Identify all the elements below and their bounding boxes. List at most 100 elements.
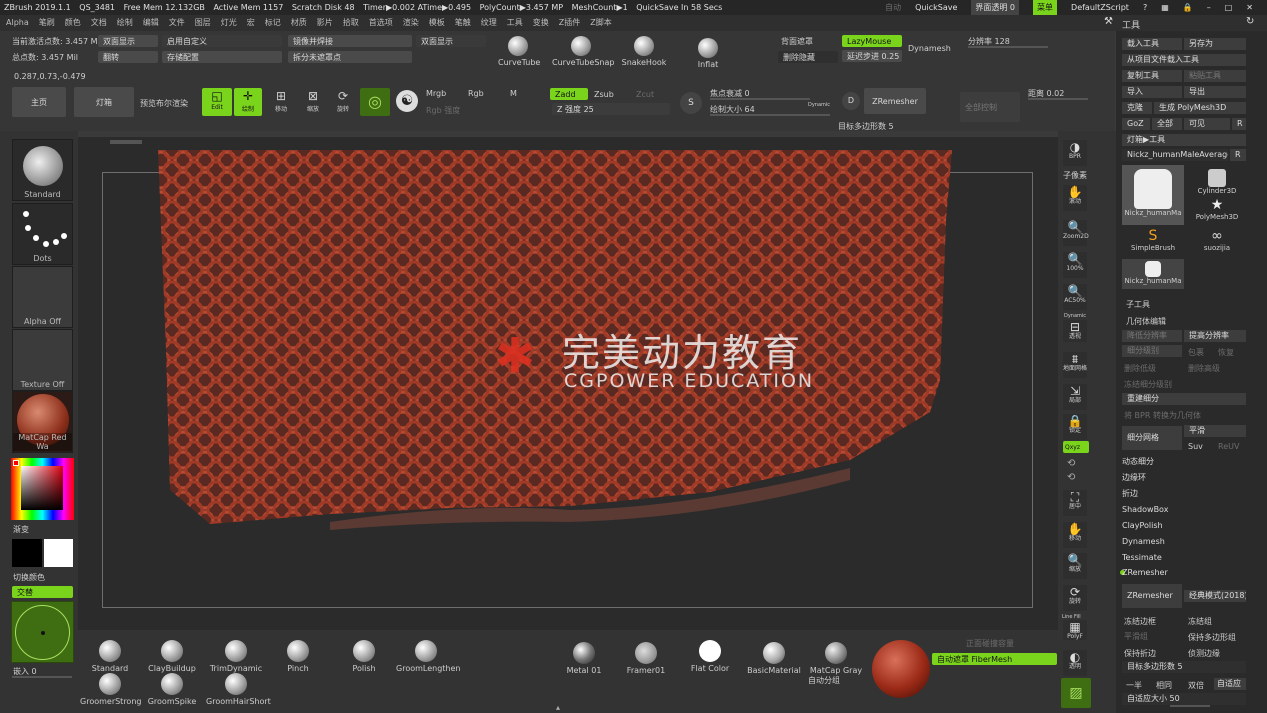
tessimate-section[interactable]: Tessimate [1118, 551, 1248, 565]
menu-item[interactable]: Z脚本 [590, 15, 611, 31]
reuv-button[interactable]: ReUV [1218, 442, 1239, 451]
draw-size-track[interactable] [710, 114, 830, 116]
script-label[interactable]: DefaultZScript [1071, 0, 1129, 15]
menu-item[interactable]: 材质 [291, 15, 307, 31]
save-as-button[interactable]: 另存为 [1184, 38, 1246, 50]
z-intensity-slider[interactable]: Z 强度 25 [552, 103, 670, 115]
preview-bool-button[interactable]: 预览布尔渲染 [140, 98, 188, 109]
double-side-button[interactable]: 双面显示 [98, 35, 158, 47]
goz-r-button[interactable]: R [1232, 118, 1246, 130]
transp-button[interactable]: ◐ 透明 [1063, 650, 1087, 676]
lower-res-button[interactable]: 降低分辨率 [1122, 330, 1182, 342]
tool-header[interactable]: 工具 [1122, 18, 1140, 31]
brush-slot[interactable]: GroomLengthen [396, 640, 460, 673]
dynamic-subdiv-section[interactable]: 动态细分 [1118, 455, 1248, 469]
material-slot[interactable]: Flat Color [680, 640, 740, 673]
reconstruct-subdiv-button[interactable]: 重建细分 [1122, 393, 1246, 405]
menu-item[interactable]: 纹理 [481, 15, 497, 31]
adaptive-size-slider[interactable]: 自适应大小 50 [1122, 693, 1246, 705]
panel-refresh-icon[interactable]: ↻ [1246, 16, 1254, 27]
target-poly-slider[interactable]: 目标多边形数 5 [1122, 661, 1246, 673]
transparency-slider[interactable]: 界面透明 0 [971, 0, 1020, 15]
ac50-button[interactable]: 🔍 AC50% [1063, 284, 1087, 310]
smooth-groups-slider[interactable]: 平滑组 [1124, 631, 1148, 642]
gradient-label[interactable]: 渐变 [13, 524, 29, 535]
dynamesh-button[interactable]: Dynamesh [908, 44, 951, 53]
export-button[interactable]: 导出 [1184, 86, 1246, 98]
smooth-toggle[interactable]: 平滑 [1184, 425, 1246, 437]
alpha-thumbnail[interactable]: Alpha Off [12, 266, 73, 328]
divide-button[interactable]: 细分网格 [1122, 426, 1182, 450]
material-slot[interactable]: MatCap Gray [806, 642, 866, 675]
cage-button[interactable]: 包裹 [1188, 347, 1204, 358]
yin-yang-icon[interactable]: ☯ [396, 90, 418, 112]
distance-track[interactable] [1028, 98, 1088, 100]
sphere-mode-button[interactable]: ◎ [360, 88, 390, 116]
tool-thumb-human-1[interactable]: Nickz_humanMa [1122, 165, 1184, 225]
move-mode-button[interactable]: ⊞ 移动 [268, 88, 294, 116]
zremesher-top-button[interactable]: ZRemesher [864, 88, 926, 114]
menu-item[interactable]: 编辑 [143, 15, 159, 31]
restore-button[interactable]: 恢复 [1218, 347, 1234, 358]
menu-item[interactable]: 文档 [91, 15, 107, 31]
menu-item[interactable]: 首选项 [369, 15, 393, 31]
move-view-button[interactable]: ✋ 移动 [1063, 522, 1087, 548]
stroke-thumbnail[interactable]: Dots [12, 203, 73, 265]
minimize-icon[interactable]: – [1207, 0, 1211, 15]
flip-button[interactable]: 翻转 [98, 51, 158, 63]
focal-shift-track[interactable] [710, 98, 810, 100]
zremesher-section[interactable]: ZRemesher [1118, 566, 1248, 580]
switch-color-button[interactable]: 切换颜色 [13, 572, 45, 583]
rotate-y-icon[interactable]: ⟲ [1067, 458, 1075, 469]
brush-thumbnail[interactable]: Standard [12, 139, 73, 201]
rotate-z-icon[interactable]: ⟲ [1067, 472, 1075, 483]
copy-tool-button[interactable]: 复制工具 [1122, 70, 1182, 82]
zoom2d-button[interactable]: 🔍 Zoom2D [1063, 220, 1089, 246]
auto-group-button[interactable]: 自动分组 [808, 675, 840, 686]
zoom-view-button[interactable]: 🔍 缩放 [1063, 553, 1087, 579]
zcut-toggle[interactable]: Zcut [636, 90, 654, 99]
tool-thumb-cylinder[interactable]: Cylinder3D [1188, 165, 1246, 195]
store-config-button[interactable]: 存储配置 [162, 51, 282, 63]
material-thumbnail[interactable]: MatCap Red Wa [12, 391, 73, 453]
home-button[interactable]: 主页 [12, 87, 66, 117]
close-icon[interactable]: ✕ [1246, 0, 1253, 15]
brush-slot[interactable]: Polish [334, 640, 394, 673]
double-display-button[interactable]: 双面显示 [416, 35, 486, 47]
color-picker-square[interactable] [21, 466, 63, 510]
load-tool-button[interactable]: 载入工具 [1122, 38, 1182, 50]
current-tool-name[interactable]: Nickz_humanMaleAverage. [1122, 149, 1228, 161]
delete-higher-button[interactable]: 删除高级 [1188, 363, 1220, 374]
menu-item[interactable]: 宏 [247, 15, 255, 31]
main-color-swatch[interactable] [12, 539, 42, 567]
delete-hidden-button[interactable]: 删除隐藏 [778, 51, 838, 63]
lightbox-button[interactable]: 灯箱 [74, 87, 134, 117]
layout-icon[interactable]: ▦ [1161, 0, 1169, 15]
menu-item[interactable]: 文件 [169, 15, 185, 31]
rgb-button[interactable]: Rgb [468, 89, 484, 98]
persp-button[interactable]: ⊟ 透视 [1063, 320, 1087, 342]
delete-lower-button[interactable]: 删除低级 [1124, 363, 1156, 374]
d-icon[interactable]: D [842, 92, 860, 110]
m-button[interactable]: M [510, 89, 517, 98]
bottom-collapse-icon[interactable]: ▴ [538, 703, 578, 713]
scale-mode-button[interactable]: ⊠ 缩放 [300, 88, 326, 116]
subtool-section[interactable]: 子工具 [1126, 299, 1150, 310]
menu-item[interactable]: 笔触 [455, 15, 471, 31]
draw-mode-button[interactable]: ✛ 绘制 [234, 88, 262, 116]
alternate-toggle[interactable]: 交替 [12, 586, 73, 598]
zremesher-button[interactable]: ZRemesher [1122, 584, 1182, 608]
half-button[interactable]: 一半 [1126, 680, 1142, 691]
backface-mask[interactable]: 背面遮罩 [781, 36, 813, 47]
shadowbox-section[interactable]: ShadowBox [1118, 503, 1248, 517]
canvas-scroll-handle[interactable] [110, 140, 142, 144]
freeze-groups-toggle[interactable]: 冻结组 [1188, 616, 1212, 627]
goz-all-button[interactable]: 全部 [1152, 118, 1182, 130]
menu-item[interactable]: 绘制 [117, 15, 133, 31]
inflat-brush[interactable]: Inflat [690, 38, 726, 69]
legacy-mode-button[interactable]: 经典模式(2018) [1184, 590, 1246, 602]
sdiv-slider[interactable]: 细分级别 [1122, 345, 1182, 357]
higher-res-button[interactable]: 提高分辨率 [1184, 330, 1246, 342]
material-slot[interactable]: Metal 01 [554, 642, 614, 675]
help-icon[interactable]: ? [1143, 0, 1147, 15]
